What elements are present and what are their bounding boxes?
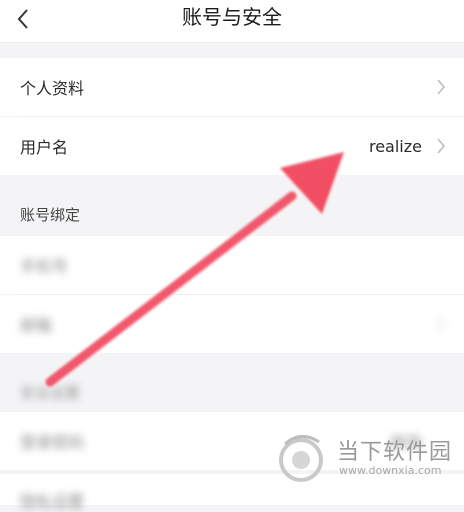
- email-row[interactable]: 邮箱: [0, 295, 464, 353]
- watermark: 当下软件园 www.downxia.com: [275, 430, 460, 486]
- profile-row[interactable]: 个人资料: [0, 58, 464, 116]
- phone-label: 手机号: [20, 257, 69, 276]
- watermark-logo-icon: [279, 435, 323, 482]
- chevron-right-icon: [437, 138, 446, 154]
- email-label: 邮箱: [20, 316, 53, 335]
- section-title-binding: 账号绑定: [20, 206, 81, 224]
- privacy-label: 隐私设置: [20, 492, 85, 511]
- username-value: realize: [368, 136, 422, 156]
- page-title: 账号与安全: [182, 5, 282, 29]
- top-bar: 账号与安全: [0, 0, 464, 43]
- section-title-security: 安全设置: [20, 384, 81, 402]
- username-row[interactable]: 用户名 realize: [0, 117, 464, 175]
- chevron-right-icon: [437, 316, 446, 332]
- username-label: 用户名: [20, 138, 69, 157]
- phone-row[interactable]: 手机号: [0, 236, 464, 294]
- watermark-url: www.downxia.com: [339, 464, 442, 477]
- profile-label: 个人资料: [20, 79, 85, 98]
- watermark-name: 当下软件园: [337, 440, 453, 465]
- password-label: 登录密码: [20, 433, 85, 452]
- chevron-right-icon: [437, 79, 446, 95]
